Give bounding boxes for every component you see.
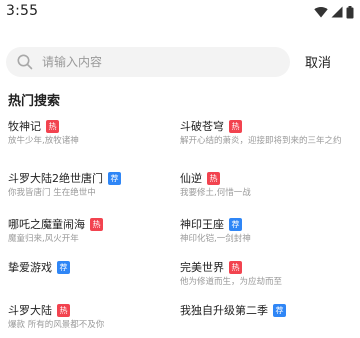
hot-search-item-title: 斗罗大陆 — [8, 304, 52, 317]
hot-search-item-title-row: 斗罗大陆热 — [8, 302, 186, 318]
hot-search-item-title: 仙逆 — [180, 172, 202, 185]
hot-search-item[interactable]: 仙逆热我要修土,何惜一战 — [180, 170, 358, 199]
hot-search-item-title: 牧神记 — [8, 120, 41, 133]
hot-search-item-title: 完美世界 — [180, 261, 224, 274]
hot-search-item-desc: 他为修道而生，为应劫而至 — [180, 277, 283, 287]
hot-search-item-title: 哪吒之魔童闹海 — [8, 218, 85, 231]
recommend-badge: 荐 — [229, 217, 242, 231]
battery-icon — [346, 5, 354, 18]
hot-search-item-title-row: 挚爱游戏荐 — [8, 259, 186, 275]
hot-search-item-title: 斗破苍穹 — [180, 120, 224, 133]
hot-badge: 热 — [90, 217, 103, 231]
hot-search-item-desc: 神印化铠,一剑封神 — [180, 234, 251, 244]
recommend-badge: 荐 — [108, 171, 121, 185]
search-row: 取消 — [0, 44, 360, 80]
hot-search-item-title-row: 神印王座荐 — [180, 216, 358, 232]
hot-search-title: 热门搜索 — [8, 94, 61, 109]
hot-search-item-title-row: 斗罗大陆2绝世唐门荐 — [8, 170, 186, 186]
status-icons — [314, 4, 354, 20]
hot-search-item-title-row: 哪吒之魔童闹海热 — [8, 216, 186, 232]
hot-search-item[interactable]: 牧神记热放牛少年,放牧诸神 — [8, 118, 186, 147]
hot-search-item[interactable]: 我独自升级第二季荐 — [180, 302, 358, 318]
hot-badge: 热 — [46, 119, 59, 133]
hot-badge: 热 — [57, 303, 70, 317]
recommend-badge: 荐 — [273, 303, 286, 317]
hot-search-item[interactable]: 挚爱游戏荐 — [8, 259, 186, 275]
search-input[interactable] — [42, 47, 282, 77]
hot-search-item-title: 斗罗大陆2绝世唐门 — [8, 172, 103, 185]
hot-search-item-title: 神印王座 — [180, 218, 224, 231]
cellular-signal-icon — [331, 6, 343, 18]
recommend-badge: 荐 — [57, 260, 70, 274]
hot-search-item[interactable]: 斗破苍穹热解开心结的萧炎，迎接即将到来的三年之约 — [180, 118, 358, 147]
hot-search-item-title: 我独自升级第二季 — [180, 304, 268, 317]
cancel-button[interactable]: 取消 — [305, 52, 331, 71]
wifi-icon — [314, 6, 328, 18]
hot-search-item-title-row: 完美世界热 — [180, 259, 358, 275]
hot-badge: 热 — [229, 260, 242, 274]
hot-search-item-title-row: 牧神记热 — [8, 118, 186, 134]
hot-search-item-title-row: 我独自升级第二季荐 — [180, 302, 358, 318]
hot-badge: 热 — [229, 119, 242, 133]
hot-search-item-desc: 放牛少年,放牧诸神 — [8, 136, 79, 146]
hot-search-item[interactable]: 斗罗大陆热爆款 所有的风景都不及你 — [8, 302, 186, 331]
hot-badge: 热 — [207, 171, 220, 185]
hot-search-item[interactable]: 神印王座荐神印化铠,一剑封神 — [180, 216, 358, 245]
hot-search-item-title-row: 仙逆热 — [180, 170, 358, 186]
search-icon — [17, 54, 33, 70]
hot-search-item-desc: 爆款 所有的风景都不及你 — [8, 320, 105, 330]
hot-search-item-desc: 解开心结的萧炎，迎接即将到来的三年之约 — [180, 136, 342, 146]
hot-search-item[interactable]: 斗罗大陆2绝世唐门荐你我皆唐门 生在绝世中 — [8, 170, 186, 199]
status-time: 3:55 — [6, 3, 39, 19]
status-bar: 3:55 — [0, 0, 360, 24]
hot-search-item-title: 挚爱游戏 — [8, 261, 52, 274]
search-box[interactable] — [6, 47, 290, 77]
hot-search-item-title-row: 斗破苍穹热 — [180, 118, 358, 134]
hot-search-item-desc: 你我皆唐门 生在绝世中 — [8, 188, 96, 198]
hot-search-item[interactable]: 哪吒之魔童闹海热魔童归来,风火开年 — [8, 216, 186, 245]
hot-search-item-desc: 我要修土,何惜一战 — [180, 188, 251, 198]
hot-search-item[interactable]: 完美世界热他为修道而生，为应劫而至 — [180, 259, 358, 288]
hot-search-item-desc: 魔童归来,风火开年 — [8, 234, 79, 244]
